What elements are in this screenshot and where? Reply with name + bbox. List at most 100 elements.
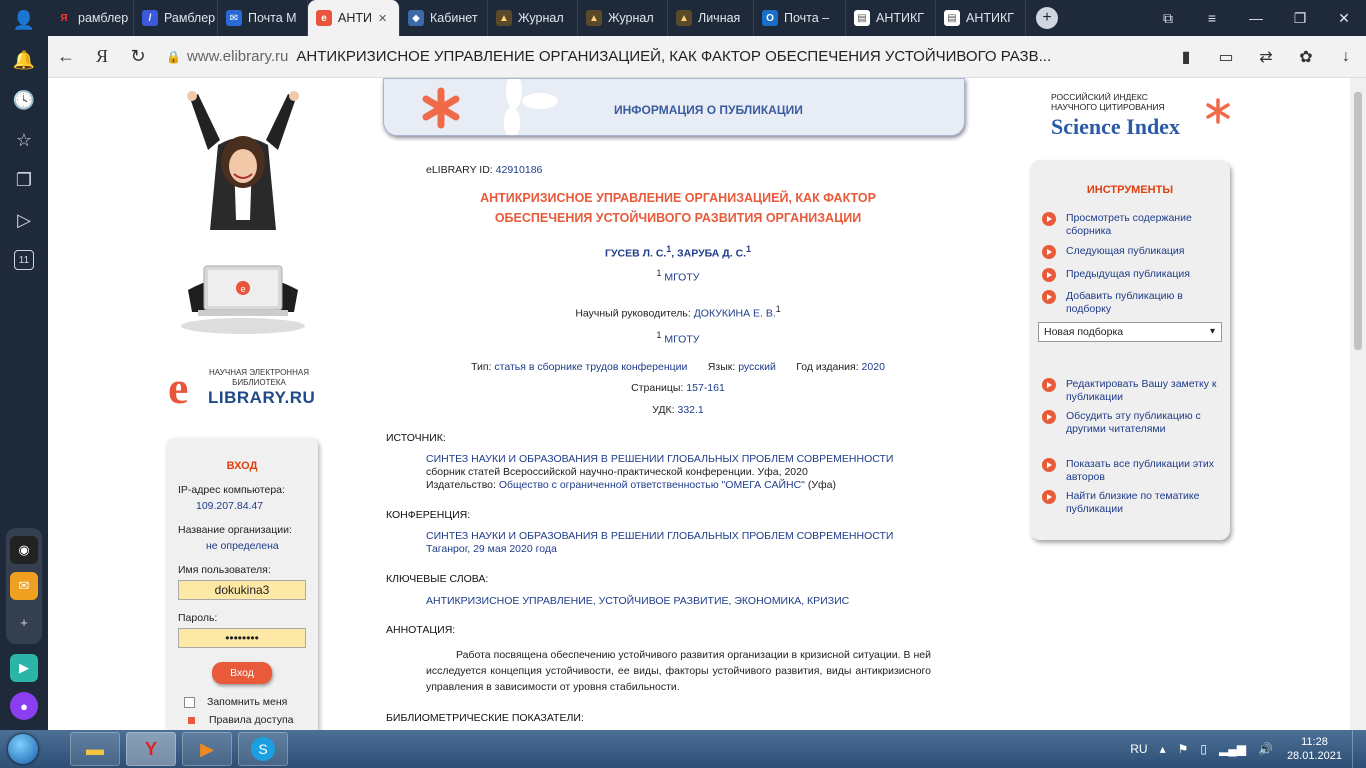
alice-app-icon[interactable]: ◉ <box>10 536 38 564</box>
bookmark-icon[interactable]: ▮ <box>1166 47 1206 67</box>
affiliation-link[interactable]: МГОТУ <box>664 272 699 284</box>
translate-icon[interactable]: ⇄ <box>1246 47 1286 67</box>
supervisor-affiliation-link[interactable]: МГОТУ <box>664 334 699 346</box>
minimize-icon[interactable]: — <box>1234 10 1278 26</box>
tab-3[interactable]: ✉ Почта М <box>218 0 308 36</box>
conference-title-link[interactable]: СИНТЕЗ НАУКИ И ОБРАЗОВАНИЯ В РЕШЕНИИ ГЛО… <box>426 530 946 543</box>
tab-10[interactable]: ▤ АНТИКГ <box>846 0 936 36</box>
bookmarks-star-icon[interactable]: ☆ <box>0 120 48 160</box>
tool-view-contents[interactable]: Просмотреть содержание сборника <box>1042 212 1222 238</box>
taskbar-media-player[interactable]: ▶ <box>182 732 232 766</box>
tab-favicon-icon: ▤ <box>854 10 870 26</box>
downloads-menu-icon[interactable]: ≡ <box>1190 10 1234 26</box>
system-tray: RU ▴ ⚑ ▯ ▂▄▆ 🔊 11:28 28.01.2021 <box>1124 730 1366 768</box>
elibrary-logo[interactable]: e НАУЧНАЯ ЭЛЕКТРОННАЯ БИБЛИОТЕКА LIBRARY.… <box>168 365 328 411</box>
language-indicator[interactable]: RU <box>1130 742 1147 756</box>
title-line1: АНТИКРИЗИСНОЕ УПРАВЛЕНИЕ ОРГАНИЗАЦИЕЙ, К… <box>480 191 876 205</box>
source-title-link[interactable]: СИНТЕЗ НАУКИ И ОБРАЗОВАНИЯ В РЕШЕНИИ ГЛО… <box>426 453 946 466</box>
volume-icon[interactable]: 🔊 <box>1258 742 1273 756</box>
taskbar-explorer[interactable]: ▬ <box>70 732 120 766</box>
remember-checkbox[interactable] <box>184 696 195 708</box>
assistant-icon[interactable]: ● <box>10 692 38 720</box>
tray-expand-icon[interactable]: ▴ <box>1160 742 1166 756</box>
supervisor-link[interactable]: ДОКУКИНА Е. В. <box>694 308 776 320</box>
back-icon[interactable]: ← <box>48 46 84 67</box>
tab-favicon-icon: ▲ <box>496 10 512 26</box>
flag-icon[interactable]: ⚑ <box>1178 742 1189 756</box>
tab-9[interactable]: O Почта – <box>754 0 846 36</box>
login-button[interactable]: Вход <box>212 662 272 684</box>
play-icon <box>1042 245 1056 259</box>
start-button[interactable] <box>0 730 46 768</box>
mail-app-icon[interactable]: ✉ <box>10 572 38 600</box>
taskbar-yandex-browser[interactable]: Y <box>126 732 176 766</box>
yandex-logo-icon[interactable]: Я <box>84 46 120 67</box>
new-tab-button[interactable]: + <box>1036 7 1058 29</box>
tool-similar-publications[interactable]: Найти близкие по тематике публикации <box>1042 490 1222 516</box>
access-rules-link[interactable]: Правила доступа <box>188 714 318 726</box>
tool-label: Показать все публикации этих авторов <box>1066 458 1214 483</box>
tool-label: Обсудить эту публикацию с другими читате… <box>1066 410 1201 435</box>
clock-time: 11:28 <box>1301 736 1328 748</box>
password-input[interactable]: •••••••• <box>178 628 306 648</box>
tab-favicon-icon: ◆ <box>408 10 424 26</box>
tools-panel: ИНСТРУМЕНТЫ Просмотреть содержание сборн… <box>1030 160 1230 540</box>
tool-prev-publication[interactable]: Предыдущая публикация <box>1042 268 1222 282</box>
close-window-icon[interactable]: ✕ <box>1322 10 1366 27</box>
author1-link[interactable]: ГУСЕВ Л. С. <box>605 248 666 260</box>
tool-discuss[interactable]: Обсудить эту публикацию с другими читате… <box>1042 410 1222 436</box>
tabs-menu-icon[interactable]: ⧉ <box>1146 10 1190 27</box>
add-app-icon[interactable]: + <box>10 608 38 636</box>
remember-me-row[interactable]: Запомнить меня <box>184 696 318 708</box>
keywords-links[interactable]: АНТИКРИЗИСНОЕ УПРАВЛЕНИЕ, УСТОЙЧИВОЕ РАЗ… <box>426 595 849 607</box>
reload-icon[interactable]: ↻ <box>120 46 156 67</box>
type-value[interactable]: статья в сборнике трудов конференции <box>494 361 687 373</box>
tab-count-button[interactable]: 11 <box>0 240 48 280</box>
battery-icon[interactable]: ▯ <box>1200 742 1207 756</box>
login-panel: ВХОД IP-адрес компьютера: 109.207.84.47 … <box>166 438 318 730</box>
si-line1: РОССИЙСКИЙ ИНДЕКС <box>1051 92 1148 102</box>
publication-info-header: ИНФОРМАЦИЯ О ПУБЛИКАЦИИ <box>383 78 965 136</box>
messenger-icon[interactable]: ▶ <box>10 654 38 682</box>
tab-11[interactable]: ▤ АНТИКГ <box>936 0 1026 36</box>
collections-icon[interactable]: ❐ <box>0 160 48 200</box>
profile-icon[interactable]: 👤 <box>0 0 48 40</box>
page-scrollbar[interactable] <box>1350 78 1366 730</box>
science-index-logo[interactable]: РОССИЙСКИЙ ИНДЕКС НАУЧНОГО ЦИТИРОВАНИЯ S… <box>1051 92 1231 142</box>
url-field[interactable]: 🔒 www.elibrary.ru АНТИКРИЗИСНОЕ УПРАВЛЕН… <box>166 42 1156 72</box>
tab-6[interactable]: ▲ Журнал <box>488 0 578 36</box>
show-desktop-button[interactable] <box>1352 730 1366 768</box>
restore-icon[interactable]: ❐ <box>1278 10 1322 27</box>
supervisor: Научный руководитель: ДОКУКИНА Е. В.1 <box>428 304 928 320</box>
tab-favicon-icon: ✉ <box>226 10 242 26</box>
network-signal-icon[interactable]: ▂▄▆ <box>1219 742 1246 756</box>
scrollbar-thumb[interactable] <box>1354 92 1362 350</box>
extension-icon[interactable]: ✿ <box>1286 47 1326 67</box>
notifications-icon[interactable]: 🔔 <box>0 40 48 80</box>
play-icon <box>1042 268 1056 282</box>
taskbar-skype[interactable]: S <box>238 732 288 766</box>
video-icon[interactable]: ▷ <box>0 200 48 240</box>
tab-1[interactable]: Ярамблер <box>48 0 134 36</box>
tool-author-publications[interactable]: Показать все публикации этих авторов <box>1042 458 1222 484</box>
clock[interactable]: 11:28 28.01.2021 <box>1287 735 1342 763</box>
address-bar: ← Я ↻ 🔒 www.elibrary.ru АНТИКРИЗИСНОЕ УП… <box>48 36 1366 78</box>
tab-5[interactable]: ◆ Кабинет <box>400 0 488 36</box>
history-icon[interactable]: 🕓 <box>0 80 48 120</box>
supervisor-label: Научный руководитель: <box>575 307 691 320</box>
close-tab-icon[interactable]: ✕ <box>378 12 387 25</box>
tool-add-to-collection[interactable]: Добавить публикацию в подборку <box>1042 290 1222 316</box>
download-icon[interactable]: ↓ <box>1326 48 1366 66</box>
tab-label: АНТИ <box>338 11 372 25</box>
username-input[interactable]: dokukina3 <box>178 580 306 600</box>
collection-select[interactable]: Новая подборка ▾ <box>1038 322 1222 342</box>
author2-link[interactable]: ЗАРУБА Д. С. <box>677 248 746 260</box>
girl-with-laptop-illustration: e <box>181 91 305 334</box>
tool-next-publication[interactable]: Следующая публикация <box>1042 245 1222 259</box>
tab-7[interactable]: ▲ Журнал <box>578 0 668 36</box>
tab-2[interactable]: / Рамблер <box>134 0 218 36</box>
tab-4[interactable]: e АНТИ ✕ <box>308 0 400 36</box>
tool-edit-note[interactable]: Редактировать Вашу заметку к публикации <box>1042 378 1222 404</box>
tab-8[interactable]: ▲ Личная <box>668 0 754 36</box>
publisher-link[interactable]: Общество с ограниченной ответственностью… <box>499 479 805 491</box>
